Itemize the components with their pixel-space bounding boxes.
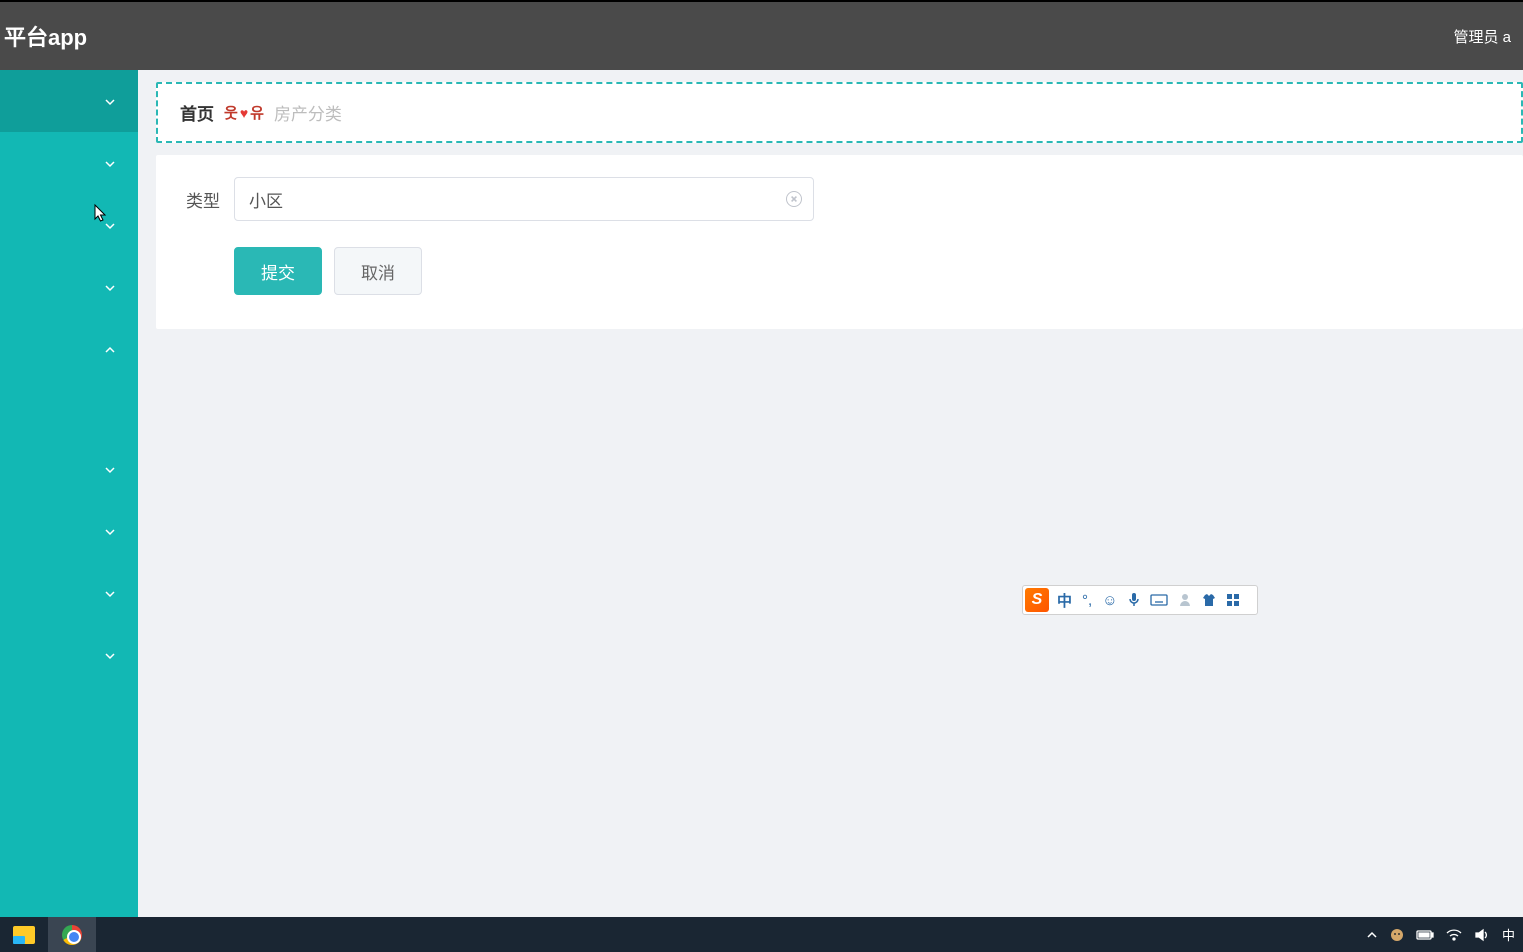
ime-toolbar[interactable]: S 中 °, ☺ (1022, 585, 1258, 615)
ime-keyboard-icon[interactable] (1150, 594, 1168, 606)
ime-punct-icon[interactable]: °, (1082, 592, 1092, 609)
ime-lang-label[interactable]: 中 (1057, 590, 1072, 611)
sidebar-item-1[interactable] (0, 70, 138, 132)
sidebar-item-5[interactable] (0, 318, 138, 380)
ime-grid-icon[interactable] (1226, 593, 1240, 607)
sidebar-item-2[interactable] (0, 132, 138, 194)
form-actions: 提交 取消 (234, 247, 1499, 295)
sidebar-item-8[interactable] (0, 562, 138, 624)
type-label: 类型 (180, 187, 220, 212)
ime-emoji-icon[interactable]: ☺ (1102, 592, 1117, 609)
tray-app-icon[interactable] (1390, 928, 1404, 942)
breadcrumb-decor-icon: 웃♥유 (224, 102, 264, 123)
sidebar-item-3[interactable] (0, 194, 138, 256)
sidebar-subitem[interactable] (0, 380, 138, 438)
submit-button[interactable]: 提交 (234, 247, 322, 295)
taskbar: 中 (0, 917, 1523, 952)
tray-wifi-icon[interactable] (1446, 928, 1462, 942)
tray-ime-label[interactable]: 中 (1502, 925, 1515, 944)
current-user-label[interactable]: 管理员 a (1453, 26, 1511, 47)
chevron-down-icon (104, 219, 116, 231)
breadcrumb: 首页 웃♥유 房产分类 (158, 84, 1521, 141)
type-input[interactable] (234, 177, 814, 221)
app-header: 平台app 管理员 a (0, 2, 1523, 70)
clear-icon[interactable] (786, 191, 802, 207)
breadcrumb-home[interactable]: 首页 (180, 100, 214, 125)
tray-volume-icon[interactable] (1474, 928, 1490, 942)
breadcrumb-current: 房产分类 (274, 100, 342, 125)
taskbar-chrome-icon[interactable] (48, 917, 96, 952)
form-row-type: 类型 (180, 177, 1499, 221)
chevron-down-icon (104, 95, 116, 107)
breadcrumb-card: 首页 웃♥유 房产分类 (156, 82, 1523, 143)
app-title: 平台app (0, 20, 87, 52)
chevron-down-icon (104, 587, 116, 599)
tray-chevron-up-icon[interactable] (1366, 929, 1378, 941)
tray-battery-icon[interactable] (1416, 929, 1434, 941)
ime-mic-icon[interactable] (1128, 592, 1140, 608)
chevron-down-icon (104, 157, 116, 169)
cancel-button[interactable]: 取消 (334, 247, 422, 295)
ime-logo-icon[interactable]: S (1025, 588, 1049, 612)
form-card: 类型 提交 取消 (156, 155, 1523, 329)
chevron-down-icon (104, 525, 116, 537)
sidebar-item-9[interactable] (0, 624, 138, 686)
sidebar (0, 70, 138, 917)
sidebar-item-7[interactable] (0, 500, 138, 562)
ime-shirt-icon[interactable] (1202, 593, 1216, 607)
type-input-wrap (234, 177, 814, 221)
sidebar-item-6[interactable] (0, 438, 138, 500)
main-content: 首页 웃♥유 房产分类 类型 提交 取消 (138, 70, 1523, 917)
system-tray: 中 (1366, 925, 1523, 944)
chevron-down-icon (104, 649, 116, 661)
ime-user-icon[interactable] (1178, 593, 1192, 607)
chevron-down-icon (104, 281, 116, 293)
chevron-up-icon (104, 343, 116, 355)
sidebar-item-4[interactable] (0, 256, 138, 318)
chevron-down-icon (104, 463, 116, 475)
taskbar-explorer-icon[interactable] (0, 917, 48, 952)
